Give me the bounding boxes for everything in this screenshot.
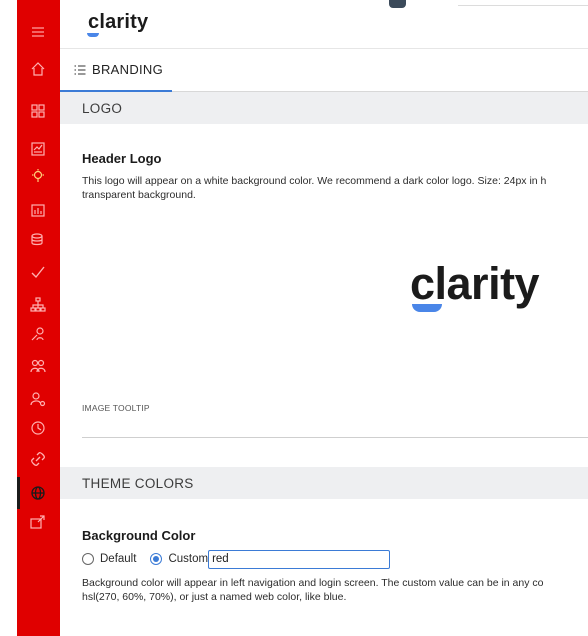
- section-header-logo: LOGO: [60, 92, 588, 124]
- list-icon: [74, 65, 86, 74]
- export-icon[interactable]: [30, 514, 46, 530]
- image-tooltip-label: IMAGE TOOLTIP: [82, 403, 150, 413]
- image-tooltip-input[interactable]: [82, 414, 588, 438]
- custom-color-input[interactable]: [208, 549, 391, 569]
- subnav: BRANDING: [60, 49, 588, 92]
- radio-custom[interactable]: [150, 553, 163, 565]
- sidebar-nav: [17, 0, 60, 636]
- database-icon[interactable]: [30, 232, 46, 248]
- active-indicator: [17, 477, 20, 509]
- insights-icon[interactable]: [30, 168, 46, 184]
- tab-branding-label: BRANDING: [92, 62, 164, 77]
- reports-icon[interactable]: [30, 141, 46, 157]
- logo-preview-swoosh: [412, 304, 442, 312]
- logo-preview-text: clarity: [410, 258, 540, 309]
- hierarchy-icon[interactable]: [30, 297, 46, 313]
- background-color-description: Background color will appear in left nav…: [82, 576, 588, 604]
- user-settings-icon[interactable]: [30, 391, 46, 407]
- logo-preview[interactable]: clarity: [410, 258, 540, 312]
- header-logo-desc-line1: This logo will appear on a white backgro…: [82, 175, 547, 187]
- users-icon[interactable]: [30, 358, 46, 374]
- background-color-options: Default Custom: [82, 549, 391, 569]
- check-icon[interactable]: [30, 264, 46, 280]
- home-icon[interactable]: [30, 61, 46, 77]
- dashboard-icon[interactable]: [30, 103, 46, 119]
- globe-settings-icon[interactable]: [30, 485, 46, 501]
- tab-branding[interactable]: BRANDING: [60, 49, 172, 92]
- analytics-icon[interactable]: [30, 202, 46, 218]
- app-logo[interactable]: clarity: [87, 11, 149, 37]
- search-input[interactable]: [458, 0, 588, 6]
- bg-color-desc-line1: Background color will appear in left nav…: [82, 577, 544, 589]
- link-icon[interactable]: [30, 451, 46, 467]
- clock-icon[interactable]: [30, 420, 46, 436]
- bg-color-desc-line2: hsl(270, 60%, 70%), or just a named web …: [82, 591, 347, 603]
- logo-swoosh: [87, 33, 99, 37]
- left-gutter: [0, 0, 17, 636]
- user-search-icon[interactable]: [30, 326, 46, 342]
- header-logo-title: Header Logo: [82, 151, 162, 166]
- radio-default-label: Default: [100, 553, 137, 565]
- header-logo-description: This logo will appear on a white backgro…: [82, 174, 588, 202]
- avatar[interactable]: [389, 0, 406, 8]
- menu-icon[interactable]: [30, 24, 46, 40]
- top-header: clarity: [60, 0, 588, 49]
- radio-custom-label: Custom: [168, 553, 209, 565]
- background-color-title: Background Color: [82, 528, 196, 543]
- header-logo-desc-line2: transparent background.: [82, 189, 196, 201]
- section-header-theme-colors: THEME COLORS: [60, 467, 588, 499]
- app-logo-text: clarity: [88, 11, 149, 33]
- radio-default[interactable]: [82, 553, 94, 565]
